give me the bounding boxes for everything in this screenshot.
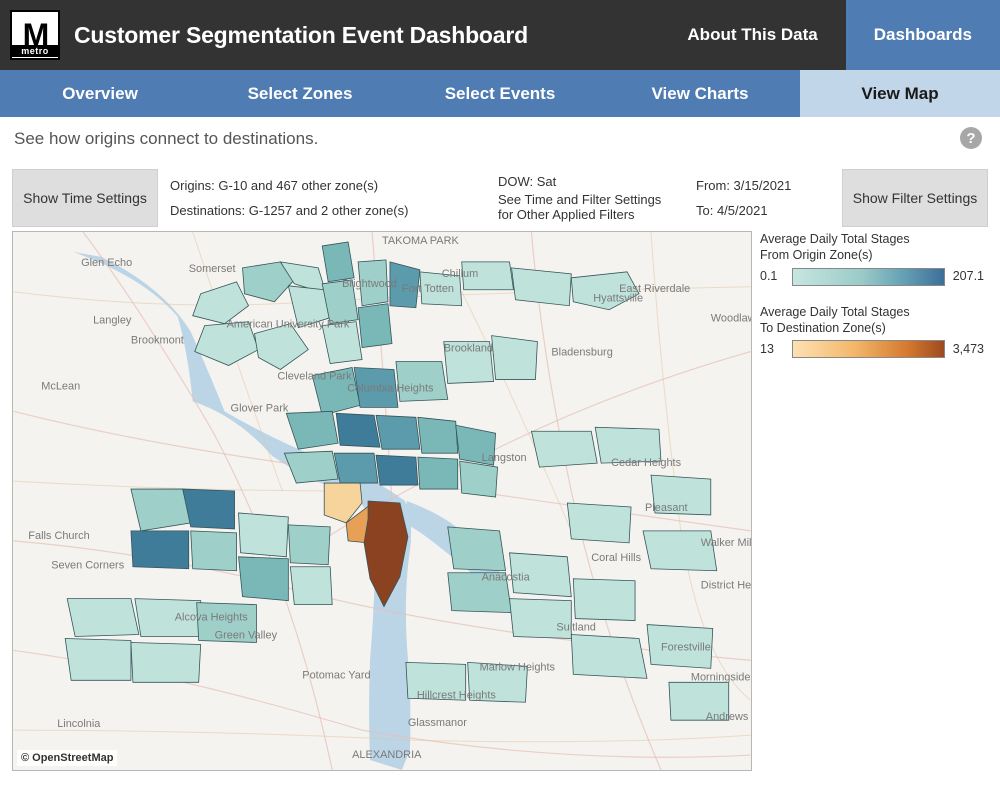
map-city-label: Bladensburg (551, 347, 612, 359)
map-city-label: Falls Church (28, 530, 89, 542)
map-city-label: ALEXANDRIA (352, 749, 422, 761)
map-attribution: © OpenStreetMap (17, 750, 117, 766)
map-city-label: Lincolnia (57, 718, 101, 730)
legend-panel: Average Daily Total Stages From Origin Z… (760, 231, 984, 771)
map-city-label: Brookland (444, 343, 493, 355)
legend-destination: Average Daily Total Stages To Destinatio… (760, 304, 984, 359)
map-city-label: Somerset (189, 263, 236, 275)
legend-dest-gradient (792, 340, 945, 358)
legend-origin-min: 0.1 (760, 268, 784, 284)
help-icon[interactable]: ? (960, 127, 982, 149)
filter-other-l2: for Other Applied Filters (498, 207, 688, 222)
filters-dow-other: DOW: Sat See Time and Filter Settings fo… (498, 169, 688, 227)
tab-select-zones[interactable]: Select Zones (200, 70, 400, 117)
filter-origins-text: Origins: G-10 and 467 other zone(s) (170, 178, 490, 193)
map-city-label: District Heights (701, 580, 751, 592)
choropleth-map[interactable]: Glen Echo Somerset TAKOMA PARK Brightwood Ch… (13, 232, 751, 770)
filters-date-range: From: 3/15/2021 To: 4/5/2021 (696, 169, 826, 227)
map-city-label: Suitland (556, 622, 596, 634)
map-city-label: Columbia Heights (347, 382, 434, 394)
tab-view-map[interactable]: View Map (800, 70, 1000, 117)
filter-to-text: To: 4/5/2021 (696, 203, 826, 218)
map-city-label: Woodlawn (711, 313, 751, 325)
filter-other-l1: See Time and Filter Settings (498, 192, 688, 207)
show-time-settings-button[interactable]: Show Time Settings (12, 169, 158, 227)
map-city-label: Seven Corners (51, 560, 124, 572)
map-container[interactable]: Glen Echo Somerset TAKOMA PARK Brightwood Ch… (12, 231, 752, 771)
subtitle-text: See how origins connect to destinations. (14, 129, 318, 149)
map-city-label: Potomac Yard (302, 669, 370, 681)
map-city-label: Glover Park (231, 402, 289, 414)
legend-dest-l1: Average Daily Total Stages (760, 304, 984, 320)
map-city-label: Langley (93, 315, 132, 327)
map-city-label: East Riverdale (619, 283, 690, 295)
legend-origin-max: 207.1 (953, 268, 984, 284)
map-city-label: Chillum (442, 268, 478, 280)
legend-origin-l1: Average Daily Total Stages (760, 231, 984, 247)
map-city-label: Forestville (661, 641, 711, 653)
tab-select-events[interactable]: Select Events (400, 70, 600, 117)
filters-origin-dest: Origins: G-10 and 467 other zone(s) Dest… (170, 169, 490, 227)
metro-logo: M metro (10, 10, 60, 60)
map-city-label: Alcova Heights (175, 612, 248, 624)
content-row: Glen Echo Somerset TAKOMA PARK Brightwood Ch… (0, 227, 1000, 783)
map-city-label: Glen Echo (81, 257, 132, 269)
dashboards-link[interactable]: Dashboards (846, 0, 1000, 70)
app-title: Customer Segmentation Event Dashboard (74, 0, 659, 70)
map-city-label: Cleveland Park (277, 370, 352, 382)
map-city-label: Morningside (691, 671, 751, 683)
map-city-label: Glassmanor (408, 717, 467, 729)
map-city-label: American University Park (227, 319, 350, 331)
tab-bar: Overview Select Zones Select Events View… (0, 70, 1000, 117)
map-city-label: Hillcrest Heights (417, 689, 497, 701)
legend-origin: Average Daily Total Stages From Origin Z… (760, 231, 984, 286)
filter-strip: Show Time Settings Origins: G-10 and 467… (0, 169, 1000, 227)
map-city-label: Pleasant (645, 502, 688, 514)
map-city-label: McLean (41, 380, 80, 392)
map-city-label: Brightwood (342, 278, 397, 290)
map-city-label: Langston (482, 452, 527, 464)
legend-dest-max: 3,473 (953, 341, 984, 357)
subtitle-row: See how origins connect to destinations.… (0, 117, 1000, 161)
map-city-label: Andrews (706, 711, 749, 723)
legend-origin-l2: From Origin Zone(s) (760, 247, 984, 263)
map-city-label: Walker Mill (701, 537, 751, 549)
filter-from-text: From: 3/15/2021 (696, 178, 826, 193)
map-city-label: Fort Totten (402, 283, 454, 295)
map-city-label: Green Valley (215, 629, 278, 641)
legend-dest-l2: To Destination Zone(s) (760, 320, 984, 336)
map-city-label: Cedar Heights (611, 457, 681, 469)
map-city-label: Brookmont (131, 335, 184, 347)
logo-small-text: metro (12, 45, 58, 57)
tab-overview[interactable]: Overview (0, 70, 200, 117)
map-city-label: Marlow Heights (480, 661, 556, 673)
legend-dest-min: 13 (760, 341, 784, 357)
about-this-data-link[interactable]: About This Data (659, 0, 845, 70)
map-city-label: Anacostia (482, 572, 531, 584)
map-city-label: Coral Hills (591, 552, 641, 564)
app-header: M metro Customer Segmentation Event Dash… (0, 0, 1000, 70)
filter-dow-text: DOW: Sat (498, 174, 688, 189)
show-filter-settings-button[interactable]: Show Filter Settings (842, 169, 988, 227)
map-city-label: TAKOMA PARK (382, 235, 459, 247)
filter-destinations-text: Destinations: G-1257 and 2 other zone(s) (170, 203, 490, 218)
tab-view-charts[interactable]: View Charts (600, 70, 800, 117)
legend-origin-gradient (792, 268, 945, 286)
